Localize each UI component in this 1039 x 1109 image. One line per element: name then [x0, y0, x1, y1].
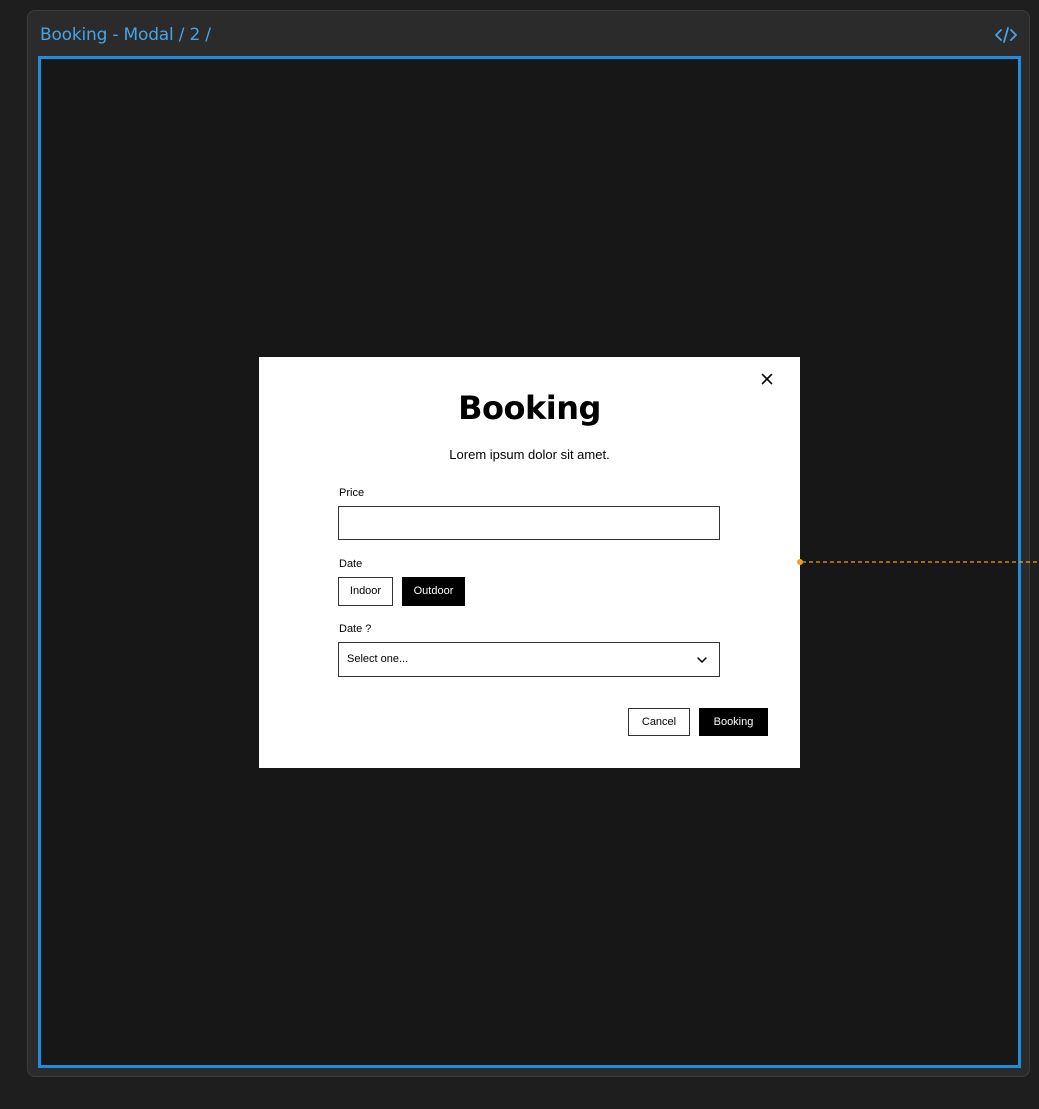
price-label: Price — [339, 487, 365, 499]
date-select-value: Select one... — [347, 653, 409, 665]
modal-subtitle: Lorem ipsum dolor sit amet. — [449, 447, 610, 462]
date-select[interactable]: Select one... — [338, 642, 720, 677]
price-input[interactable] — [338, 506, 720, 540]
date-label: Date — [339, 558, 363, 570]
booking-modal: Booking Lorem ipsum dolor sit amet. Pric… — [259, 357, 800, 768]
code-icon[interactable] — [995, 25, 1017, 45]
date-select-label: Date ? — [339, 623, 372, 635]
prototype-connector — [797, 559, 1039, 565]
cancel-button[interactable]: Cancel — [628, 708, 690, 736]
modal-title: Booking — [458, 389, 601, 427]
close-icon[interactable] — [759, 371, 775, 387]
indoor-option-button[interactable]: Indoor — [338, 577, 393, 606]
frame-title[interactable]: Booking - Modal / 2 / — [40, 25, 211, 45]
chevron-down-icon — [697, 657, 707, 663]
booking-submit-button[interactable]: Booking — [699, 708, 768, 736]
outdoor-option-button[interactable]: Outdoor — [402, 577, 465, 606]
